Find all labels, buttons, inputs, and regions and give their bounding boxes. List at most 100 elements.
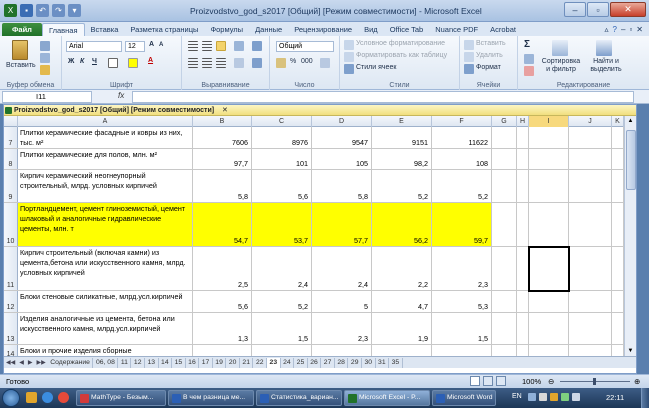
cell-styles-icon[interactable] bbox=[344, 64, 354, 74]
scroll-up-icon[interactable]: ▲ bbox=[625, 116, 636, 126]
undo-icon[interactable]: ↶ bbox=[36, 4, 49, 17]
cell-value[interactable]: 5 bbox=[312, 291, 372, 312]
cell-empty[interactable] bbox=[569, 203, 612, 246]
cell-value[interactable]: 5,3 bbox=[432, 291, 492, 312]
cell-value[interactable]: 105 bbox=[312, 149, 372, 169]
tray-icon[interactable] bbox=[528, 393, 536, 401]
sheet-tab[interactable]: 35 bbox=[389, 357, 403, 368]
cell-empty[interactable] bbox=[492, 203, 517, 246]
cell-empty[interactable] bbox=[517, 149, 529, 169]
cell-empty[interactable] bbox=[517, 345, 529, 356]
cell-empty[interactable] bbox=[529, 149, 569, 169]
cell-empty[interactable] bbox=[529, 247, 569, 290]
clock[interactable]: 22:11 bbox=[606, 393, 624, 402]
cell-empty[interactable] bbox=[569, 291, 612, 312]
format-cells-button[interactable]: Формат bbox=[476, 64, 501, 71]
merge-center-icon[interactable] bbox=[252, 58, 262, 68]
cell-empty[interactable] bbox=[569, 170, 612, 202]
cell-label[interactable]: Плитки керамические для полов, млн. м² bbox=[18, 149, 193, 169]
wrap-text-icon[interactable] bbox=[252, 41, 262, 51]
cell-empty[interactable] bbox=[529, 345, 569, 356]
cell-value[interactable]: 2,3 bbox=[312, 313, 372, 344]
cell-empty[interactable] bbox=[492, 149, 517, 169]
cell-label[interactable]: Изделия аналогичные из цемента, бетона и… bbox=[18, 313, 193, 344]
cell-empty[interactable] bbox=[492, 291, 517, 312]
volume-icon[interactable] bbox=[572, 393, 580, 401]
grow-font-icon[interactable]: A bbox=[149, 41, 154, 48]
insert-cells-icon[interactable] bbox=[464, 40, 474, 50]
page-break-view-icon[interactable] bbox=[496, 376, 506, 386]
redo-icon[interactable]: ↷ bbox=[52, 4, 65, 17]
zoom-in-icon[interactable]: ⊕ bbox=[634, 377, 640, 386]
zoom-level[interactable]: 100% bbox=[522, 377, 541, 386]
delete-cells-icon[interactable] bbox=[464, 52, 474, 62]
insert-cells-button[interactable]: Вставить bbox=[476, 40, 506, 47]
format-cells-icon[interactable] bbox=[464, 64, 474, 74]
cell-empty[interactable] bbox=[517, 203, 529, 246]
bold-icon[interactable]: Ж bbox=[68, 58, 74, 65]
cell-empty[interactable] bbox=[612, 203, 624, 246]
font-size-select[interactable]: 12 bbox=[125, 41, 145, 52]
row-header[interactable]: 9 bbox=[4, 170, 18, 202]
taskbar-item-word-doc[interactable]: В чем разница ме... bbox=[168, 390, 254, 406]
sheet-tab[interactable]: 31 bbox=[376, 357, 390, 368]
sheet-tab[interactable]: Содержание bbox=[48, 357, 94, 368]
align-left-icon[interactable] bbox=[188, 58, 198, 68]
workbook-minimize-icon[interactable]: – bbox=[621, 25, 625, 34]
column-header-i[interactable]: I bbox=[529, 116, 569, 127]
customize-qat-icon[interactable]: ▾ bbox=[68, 4, 81, 17]
sort-filter-icon[interactable] bbox=[552, 40, 568, 56]
find-select-icon[interactable] bbox=[596, 40, 612, 56]
align-middle-icon[interactable] bbox=[202, 41, 212, 51]
currency-icon[interactable] bbox=[276, 58, 286, 68]
sheet-tab[interactable]: 21 bbox=[240, 357, 254, 368]
indent-icon[interactable] bbox=[234, 58, 244, 68]
scroll-down-icon[interactable]: ▼ bbox=[625, 346, 636, 356]
column-header-b[interactable]: B bbox=[193, 116, 252, 127]
autosum-button[interactable]: Σ bbox=[524, 39, 530, 50]
browser-icon[interactable] bbox=[42, 392, 53, 403]
sheet-tab[interactable]: 06, 08 bbox=[93, 357, 119, 368]
taskbar-item-word[interactable]: Microsoft Word bbox=[432, 390, 496, 406]
cell-value[interactable]: 9151 bbox=[372, 127, 432, 148]
cell-value[interactable]: 101 bbox=[252, 149, 312, 169]
tab-insert[interactable]: Вставка bbox=[85, 23, 125, 36]
sheet-tab[interactable]: 27 bbox=[321, 357, 335, 368]
tab-formulas[interactable]: Формулы bbox=[204, 23, 249, 36]
zoom-slider-thumb[interactable] bbox=[593, 378, 596, 385]
cell-value[interactable]: 5,6 bbox=[193, 291, 252, 312]
cell-empty[interactable] bbox=[612, 170, 624, 202]
decimal-icon[interactable] bbox=[320, 58, 330, 68]
tab-data[interactable]: Данные bbox=[249, 23, 288, 36]
column-header-c[interactable]: C bbox=[252, 116, 312, 127]
sheet-tab[interactable]: 16 bbox=[186, 357, 200, 368]
number-format-select[interactable]: Общий bbox=[276, 41, 334, 52]
sheet-tab[interactable]: 30 bbox=[362, 357, 376, 368]
cell-empty[interactable] bbox=[612, 127, 624, 148]
cell-empty[interactable] bbox=[492, 313, 517, 344]
cell-value[interactable]: 53,7 bbox=[252, 203, 312, 246]
cell-empty[interactable] bbox=[569, 149, 612, 169]
conditional-format-button[interactable]: Условное форматирование bbox=[356, 40, 445, 47]
tab-office-tab[interactable]: Office Tab bbox=[384, 23, 430, 36]
tab-page-layout[interactable]: Разметка страницы bbox=[124, 23, 204, 36]
cell-value[interactable]: 1,9 bbox=[372, 313, 432, 344]
cell-value[interactable]: 1,5 bbox=[252, 313, 312, 344]
taskbar-item-mathtype[interactable]: MathType - Безым... bbox=[76, 390, 166, 406]
cell-styles-button[interactable]: Стили ячеек bbox=[356, 64, 396, 71]
cell-empty[interactable] bbox=[517, 127, 529, 148]
sheet-tab[interactable]: 13 bbox=[145, 357, 159, 368]
next-sheet-icon[interactable]: ▶ bbox=[26, 359, 35, 366]
cell-value[interactable]: 2,3 bbox=[432, 247, 492, 290]
cell-empty[interactable] bbox=[529, 127, 569, 148]
cell-value[interactable]: 4,7 bbox=[372, 291, 432, 312]
cell-value[interactable]: 7606 bbox=[193, 127, 252, 148]
save-icon[interactable]: ▪ bbox=[20, 4, 33, 17]
cell-empty[interactable] bbox=[492, 127, 517, 148]
workbook-tab-close-icon[interactable]: ✕ bbox=[222, 107, 228, 114]
cell-value[interactable]: 97,7 bbox=[193, 149, 252, 169]
cell-value[interactable] bbox=[252, 345, 312, 356]
cell-value[interactable] bbox=[432, 345, 492, 356]
cell-empty[interactable] bbox=[492, 170, 517, 202]
row-header[interactable]: 8 bbox=[4, 149, 18, 169]
